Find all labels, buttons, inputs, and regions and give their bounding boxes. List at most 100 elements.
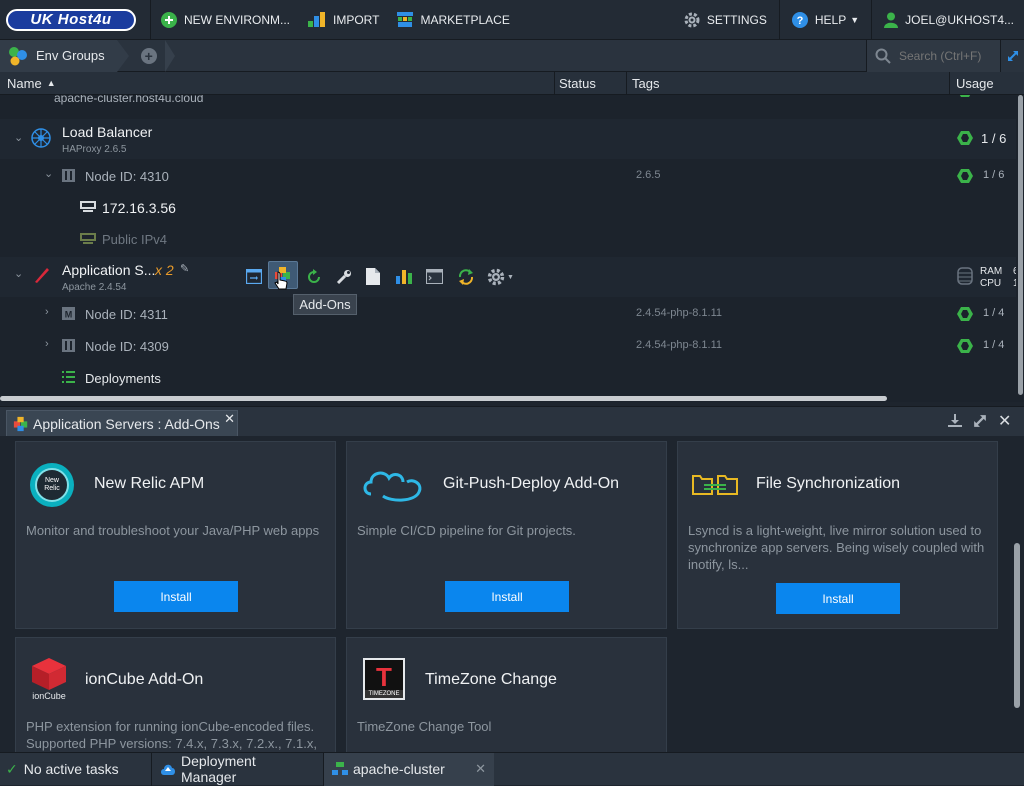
application-server-subtitle: Apache 2.4.54 [62,282,127,293]
panel-scrollbar-thumb[interactable] [1014,543,1020,708]
redeploy-icon[interactable] [457,268,475,286]
env-groups-button[interactable]: Env Groups [0,39,117,72]
column-status-header[interactable]: Status [555,71,627,95]
marketplace-button[interactable]: MARKETPLACE [397,11,510,28]
toolbar-divider [150,0,151,40]
close-icon[interactable]: ✕ [224,411,235,427]
marketplace-icon [397,11,414,28]
user-icon [884,12,899,28]
add-group-button[interactable]: + [140,47,157,64]
help-button[interactable]: ? HELP ▼ [778,0,871,40]
addon-card-new-relic: New Relic New Relic APM Monitor and trou… [15,441,336,629]
ip-address-icon [80,200,96,214]
breadcrumb-separator [164,39,175,72]
open-in-browser-icon[interactable] [246,269,262,284]
node-row[interactable]: ⌄ Node ID: 4310 2.6.5 1 / 6 [0,161,1016,191]
help-label: HELP [814,12,847,27]
addon-title: ionCube Add-On [85,671,204,688]
deployment-manager-tab[interactable]: Deployment Manager [152,752,324,786]
public-ip-label: Public IPv4 [102,232,168,247]
column-name-header[interactable]: Name ▲ [0,71,555,95]
deployment-manager-label: Deployment Manager [181,753,256,785]
config-wrench-icon[interactable] [336,269,352,285]
public-ip-icon [80,232,96,246]
addon-description: Simple CI/CD pipeline for Git projects. [357,523,576,538]
download-icon[interactable] [948,414,962,428]
addon-card-timezone: T TIMEZONE TimeZone Change TimeZone Chan… [346,637,667,752]
environment-tab-label: apache-cluster [353,761,445,777]
settings-label: SETTINGS [706,12,767,27]
svg-text:M: M [65,310,73,320]
chevron-down-icon[interactable]: ⌄ [14,131,23,144]
load-balancer-subtitle: HAProxy 2.6.5 [62,144,127,155]
tasks-status[interactable]: ✓ No active tasks [0,752,152,786]
node-tag: 2.4.54-php-8.1.11 [636,339,723,351]
top-toolbar: UK Host4u NEW ENVIRONM... IMPORT MARKETP… [0,0,1024,40]
settings-button[interactable]: SETTINGS [672,0,779,40]
brand-logo[interactable]: UK Host4u [6,8,136,31]
list-icon [62,371,75,383]
environment-icon [332,762,348,776]
environment-tree: apache-cluster.host4u.cloud ⌄ Load Balan… [0,95,1016,397]
deployments-label: Deployments [85,371,161,386]
close-icon[interactable]: ✕ [475,761,486,777]
chevron-down-icon[interactable]: ⌄ [44,167,53,180]
scrollbar-thumb[interactable] [0,396,887,401]
new-environment-button[interactable]: NEW ENVIRONM... [161,11,290,28]
add-ons-panel-tab[interactable]: Application Servers : Add-Ons ✕ [6,410,238,437]
deployments-row[interactable]: Deployments [0,365,1016,391]
node-count-badge: x 2 [155,262,174,278]
node-label: Node ID: 4309 [85,339,169,354]
ioncube-icon: ionCube [30,658,68,701]
edit-icon[interactable]: ✎ [180,262,189,275]
environment-tab[interactable]: apache-cluster ✕ [324,752,494,786]
settings-gear-icon[interactable]: ▼ [487,268,514,286]
maximize-icon[interactable] [973,414,987,428]
install-button[interactable]: Install [114,581,238,612]
web-ssh-icon[interactable] [426,269,443,284]
folder-sync-icon [692,472,738,496]
column-usage-header[interactable]: Usage [950,72,994,95]
load-balancer-title: Load Balancer [62,124,153,140]
chevron-down-icon[interactable]: ⌄ [14,267,23,280]
environment-row[interactable]: apache-cluster.host4u.cloud [0,95,1016,109]
load-balancer-row[interactable]: ⌄ Load Balancer HAProxy 2.6.5 1 / 6 [0,119,1016,159]
application-server-row[interactable]: ⌄ Application S... x 2 ✎ Apache 2.4.54 ▼… [0,257,1016,297]
addon-card-git-push-deploy: Git-Push-Deploy Add-On Simple CI/CD pipe… [346,441,667,629]
addon-card-ioncube: ionCube ionCube Add-On PHP extension for… [15,637,336,752]
addon-title: File Synchronization [756,475,901,492]
close-panel-icon[interactable]: ✕ [998,411,1011,431]
column-tags-header[interactable]: Tags [627,71,950,95]
sort-asc-icon: ▲ [46,78,56,88]
apache-feather-icon [33,266,51,284]
svg-text:?: ? [796,15,803,27]
tree-horizontal-scrollbar[interactable] [0,396,1024,402]
chevron-right-icon[interactable]: › [45,306,49,318]
log-file-icon[interactable] [366,268,380,285]
environment-bar: Env Groups + [0,39,1024,72]
scrollbar-thumb[interactable] [1018,95,1023,395]
ip-row[interactable]: 172.16.3.56 [0,195,1016,221]
marketplace-label: MARKETPLACE [420,12,510,27]
environment-icon [22,95,42,97]
node-row[interactable]: › M Node ID: 4311 2.4.54-php-8.1.11 1 / … [0,300,1016,328]
chevron-right-icon[interactable]: › [45,338,49,350]
user-menu-button[interactable]: JOEL@UKHOST4... [871,0,1024,40]
install-button[interactable]: Install [445,581,569,612]
expand-button[interactable] [1000,39,1024,72]
statistics-icon[interactable] [396,268,412,284]
usage-hex-icon [957,131,973,145]
search-input[interactable] [899,48,999,63]
restart-icon[interactable] [306,269,322,285]
column-tags-label: Tags [632,75,660,91]
install-button[interactable]: Install [776,583,900,614]
usage-hex-icon [957,339,973,353]
addon-description: Lsyncd is a light-weight, live mirror so… [688,523,985,572]
tree-vertical-scrollbar[interactable] [1016,95,1024,397]
panel-tab-label: Application Servers : Add-Ons [33,416,220,432]
public-ip-row[interactable]: Public IPv4 [0,227,1016,253]
node-usage: 1 / 4 [983,307,1005,319]
node-row[interactable]: › Node ID: 4309 2.4.54-php-8.1.11 1 / 4 [0,332,1016,360]
import-button[interactable]: IMPORT [308,11,379,28]
check-icon: ✓ [6,760,18,777]
